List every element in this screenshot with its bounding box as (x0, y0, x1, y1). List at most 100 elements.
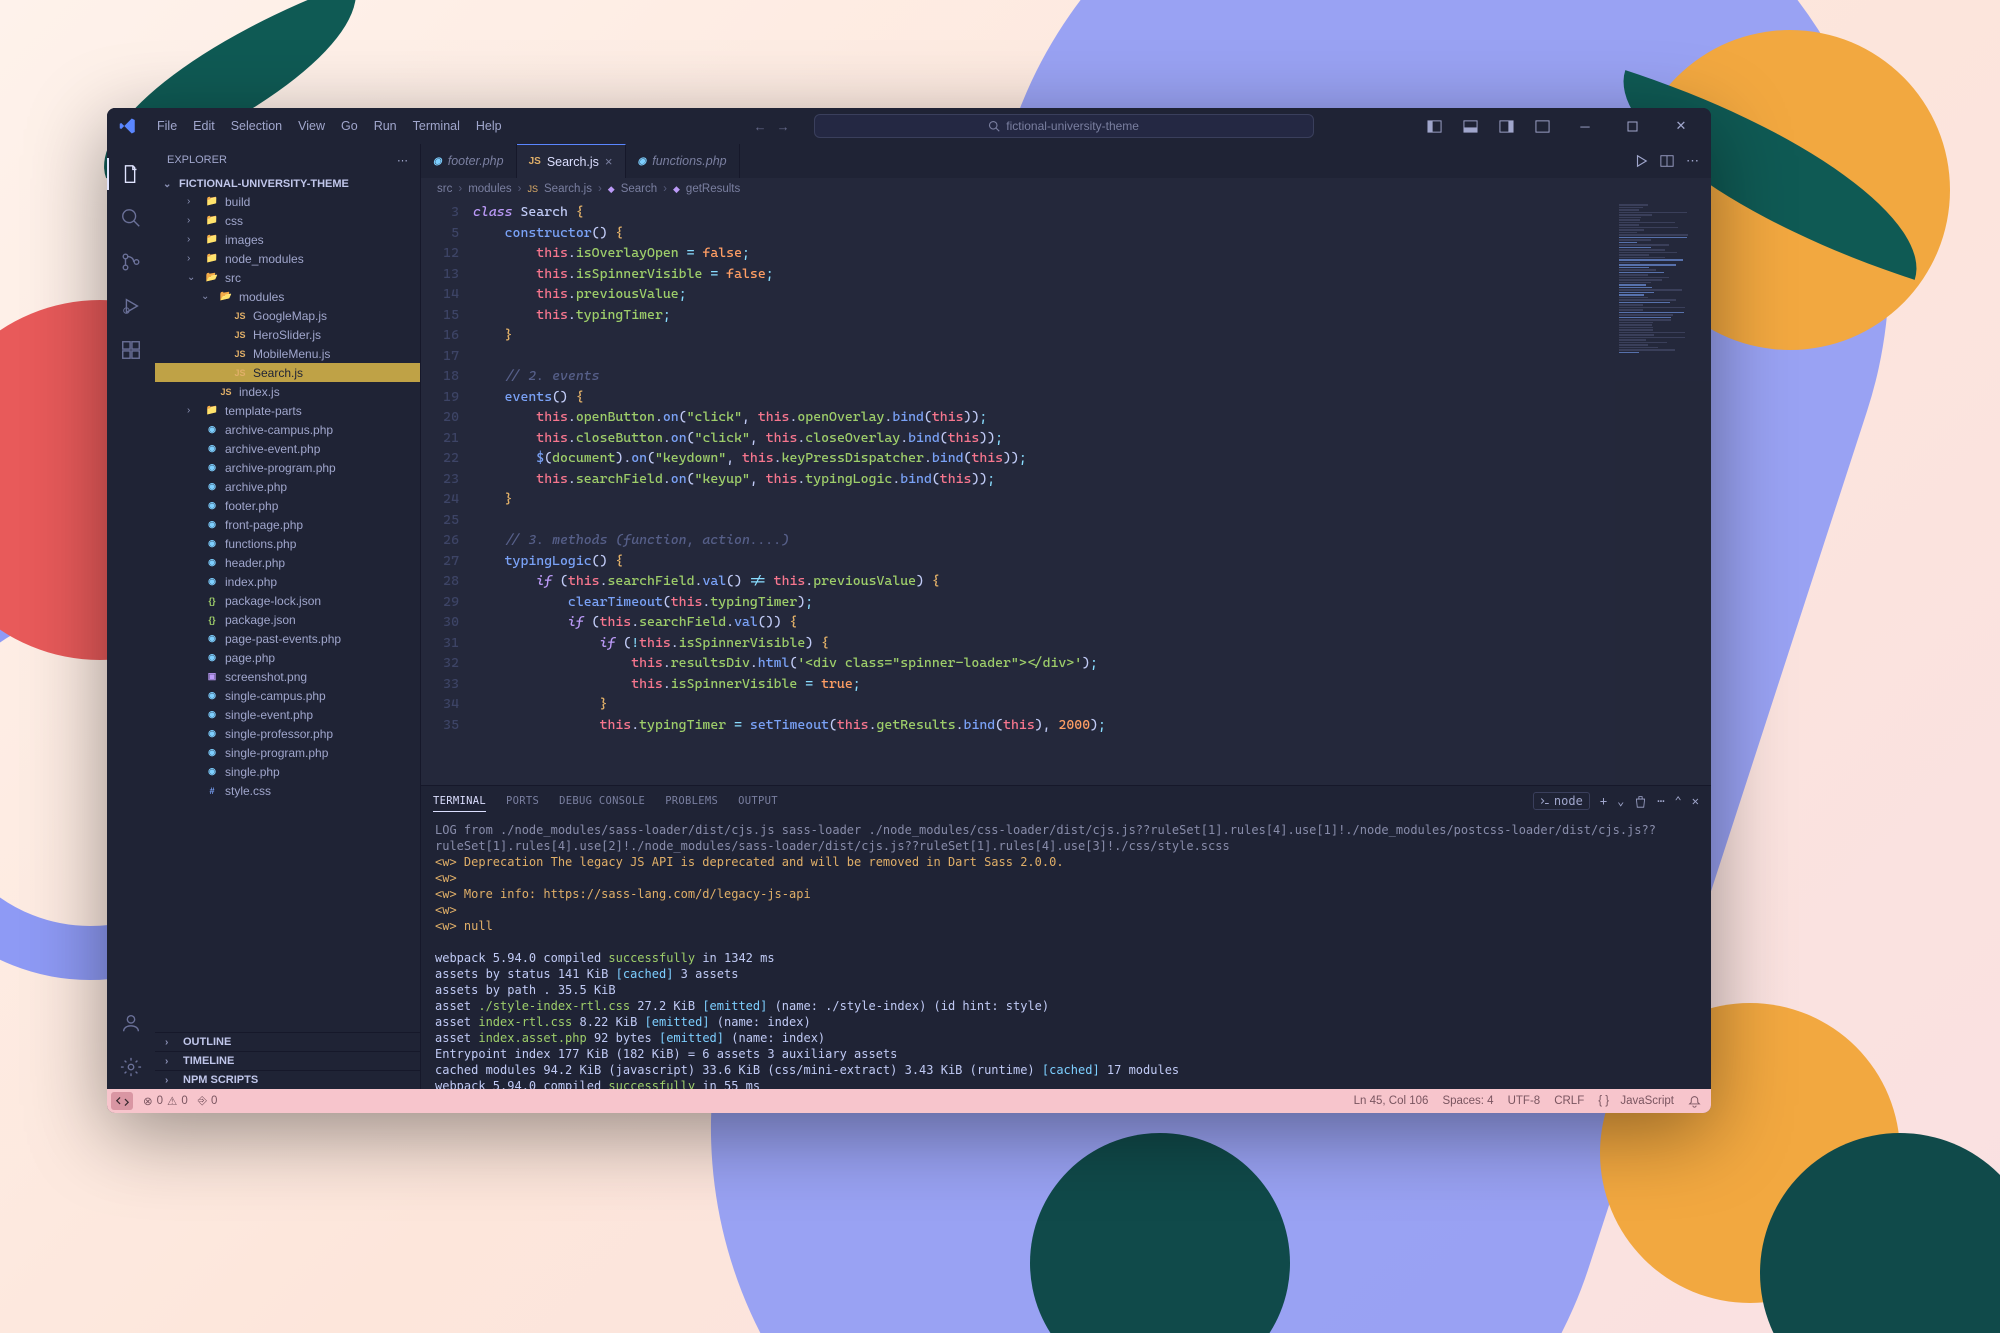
panel-tab-output[interactable]: OUTPUT (738, 791, 778, 812)
notifications-icon[interactable] (1688, 1095, 1701, 1108)
tab-search-js[interactable]: JSSearch.js× (517, 144, 626, 178)
file-functions-php[interactable]: ◉functions.php (155, 534, 420, 553)
file-index-js[interactable]: JSindex.js (155, 382, 420, 401)
run-icon[interactable] (1634, 154, 1648, 168)
menu-run[interactable]: Run (366, 115, 405, 137)
encoding-status[interactable]: UTF-8 (1508, 1095, 1541, 1107)
code-editor[interactable]: 3512131415161718192021222324252627282930… (421, 200, 1711, 785)
menu-selection[interactable]: Selection (223, 115, 290, 137)
file-heroslider-js[interactable]: JSHeroSlider.js (155, 325, 420, 344)
indent-status[interactable]: Spaces: 4 (1442, 1095, 1493, 1107)
tab-footer-php[interactable]: ◉footer.php (421, 144, 517, 178)
ports-status[interactable]: ⎆0 (198, 1095, 218, 1108)
folder-modules[interactable]: ⌄📂modules (155, 287, 420, 306)
file-single-professor-php[interactable]: ◉single-professor.php (155, 724, 420, 743)
file-single-program-php[interactable]: ◉single-program.php (155, 743, 420, 762)
file-style-css[interactable]: #style.css (155, 781, 420, 800)
file-footer-php[interactable]: ◉footer.php (155, 496, 420, 515)
file-single-event-php[interactable]: ◉single-event.php (155, 705, 420, 724)
new-terminal-icon[interactable]: + (1600, 794, 1607, 808)
command-center[interactable]: fictional-university-theme (814, 114, 1314, 138)
editor-more-icon[interactable]: ⋯ (1686, 153, 1699, 169)
tab-functions-php[interactable]: ◉functions.php (626, 144, 740, 178)
nav-back-icon[interactable]: ← (754, 119, 767, 134)
toggle-panel-icon[interactable] (1455, 112, 1487, 140)
breadcrumb-item[interactable]: src (437, 183, 452, 195)
file-single-php[interactable]: ◉single.php (155, 762, 420, 781)
window-maximize-icon[interactable] (1611, 111, 1655, 141)
file-mobilemenu-js[interactable]: JSMobileMenu.js (155, 344, 420, 363)
terminal-dropdown-icon[interactable]: ⌄ (1617, 794, 1624, 808)
window-close-icon[interactable]: ✕ (1659, 111, 1703, 141)
activity-settings-icon[interactable] (107, 1045, 155, 1089)
menu-file[interactable]: File (149, 115, 185, 137)
close-panel-icon[interactable]: ✕ (1692, 794, 1699, 808)
cursor-position[interactable]: Ln 45, Col 106 (1354, 1095, 1429, 1107)
file-page-past-events-php[interactable]: ◉page-past-events.php (155, 629, 420, 648)
code-content[interactable]: class Search { constructor() { this.isOv… (473, 200, 1615, 785)
activity-extensions-icon[interactable] (107, 328, 155, 372)
panel-more-icon[interactable]: ⋯ (1657, 794, 1664, 808)
file-archive-program-php[interactable]: ◉archive-program.php (155, 458, 420, 477)
file-front-page-php[interactable]: ◉front-page.php (155, 515, 420, 534)
file-single-campus-php[interactable]: ◉single-campus.php (155, 686, 420, 705)
terminal-output[interactable]: LOG from ./node_modules/sass-loader/dist… (421, 816, 1711, 1089)
toggle-sidebar-right-icon[interactable] (1491, 112, 1523, 140)
layout-grid-icon[interactable] (1527, 112, 1559, 140)
activity-search-icon[interactable] (107, 196, 155, 240)
eol-status[interactable]: CRLF (1554, 1095, 1584, 1107)
language-status[interactable]: { } JavaScript (1598, 1095, 1674, 1107)
split-editor-icon[interactable] (1660, 154, 1674, 168)
breadcrumb-item[interactable]: modules (468, 183, 511, 195)
breadcrumb-item[interactable]: Search.js (544, 183, 592, 195)
folder-build[interactable]: ›📁build (155, 192, 420, 211)
folder-node-modules[interactable]: ›📁node_modules (155, 249, 420, 268)
menu-edit[interactable]: Edit (185, 115, 223, 137)
section-outline[interactable]: ›OUTLINE (155, 1032, 420, 1051)
folder-css[interactable]: ›📁css (155, 211, 420, 230)
minimap[interactable] (1615, 200, 1711, 785)
file-package-lock-json[interactable]: {}package-lock.json (155, 591, 420, 610)
explorer-root[interactable]: ⌄ FICTIONAL-UNIVERSITY-THEME (155, 176, 420, 192)
maximize-panel-icon[interactable]: ⌃ (1675, 794, 1682, 808)
folder-src[interactable]: ⌄📂src (155, 268, 420, 287)
section-timeline[interactable]: ›TIMELINE (155, 1051, 420, 1070)
menu-terminal[interactable]: Terminal (405, 115, 468, 137)
file-header-php[interactable]: ◉header.php (155, 553, 420, 572)
activity-scm-icon[interactable] (107, 240, 155, 284)
folder-images[interactable]: ›📁images (155, 230, 420, 249)
file-googlemap-js[interactable]: JSGoogleMap.js (155, 306, 420, 325)
sidebar-more-icon[interactable]: ⋯ (397, 154, 408, 167)
file-page-php[interactable]: ◉page.php (155, 648, 420, 667)
tab-close-icon[interactable]: × (605, 154, 613, 169)
section-npm-scripts[interactable]: ›NPM SCRIPTS (155, 1070, 420, 1089)
remote-indicator-icon[interactable] (111, 1092, 133, 1110)
file-index-php[interactable]: ◉index.php (155, 572, 420, 591)
panel-tab-ports[interactable]: PORTS (506, 791, 539, 812)
file-package-json[interactable]: {}package.json (155, 610, 420, 629)
file-archive-php[interactable]: ◉archive.php (155, 477, 420, 496)
menu-view[interactable]: View (290, 115, 333, 137)
kill-terminal-icon[interactable] (1634, 795, 1647, 808)
panel-tab-problems[interactable]: PROBLEMS (665, 791, 718, 812)
activity-account-icon[interactable] (107, 1001, 155, 1045)
activity-debug-icon[interactable] (107, 284, 155, 328)
panel-tab-debug-console[interactable]: DEBUG CONSOLE (559, 791, 645, 812)
breadcrumb-item[interactable]: Search (621, 183, 657, 195)
problems-status[interactable]: ⊗0 ⚠0 (143, 1094, 188, 1108)
activity-explorer-icon[interactable] (107, 152, 155, 196)
window-minimize-icon[interactable]: ─ (1563, 111, 1607, 141)
menu-go[interactable]: Go (333, 115, 366, 137)
file-screenshot-png[interactable]: ▣screenshot.png (155, 667, 420, 686)
nav-forward-icon[interactable]: → (777, 119, 790, 134)
breadcrumb-item[interactable]: getResults (686, 183, 740, 195)
panel-tab-terminal[interactable]: TERMINAL (433, 791, 486, 812)
file-archive-campus-php[interactable]: ◉archive-campus.php (155, 420, 420, 439)
layout-customize-icon[interactable] (1419, 112, 1451, 140)
menu-help[interactable]: Help (468, 115, 510, 137)
terminal-shell-select[interactable]: node (1533, 792, 1590, 810)
file-archive-event-php[interactable]: ◉archive-event.php (155, 439, 420, 458)
breadcrumb[interactable]: src›modules›JSSearch.js›◆Search›◆getResu… (421, 178, 1711, 200)
file-search-js[interactable]: JSSearch.js (155, 363, 420, 382)
folder-template-parts[interactable]: ›📁template-parts (155, 401, 420, 420)
